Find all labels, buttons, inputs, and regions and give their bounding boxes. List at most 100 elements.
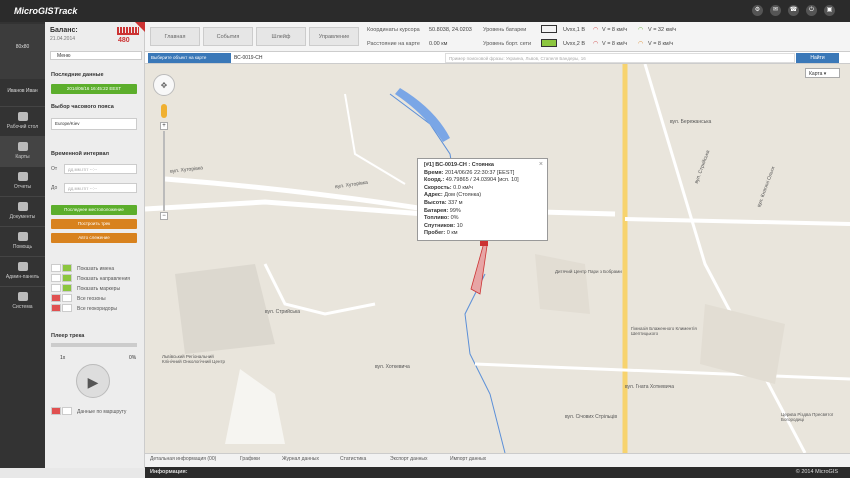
popup-close-icon[interactable]: × xyxy=(539,161,543,169)
street-view-pegman-icon[interactable] xyxy=(161,104,167,118)
zoom-out-button[interactable]: − xyxy=(160,212,168,220)
last-data-button[interactable]: 2014/06/16 16:45:22 EEST xyxy=(51,84,137,94)
tab-trail[interactable]: Шлейф xyxy=(256,27,306,46)
vehicle-info-popup: × [#1] ВС-0019-СН : Стоянка Время: 2014/… xyxy=(417,158,548,241)
zoom-slider[interactable] xyxy=(163,131,165,211)
tab-events[interactable]: События xyxy=(203,27,253,46)
board-label: Уровень борт. сети xyxy=(483,41,532,47)
user-name[interactable]: Иванов Иван xyxy=(0,88,45,94)
to-date-input[interactable]: дд.мм.гггг --:-- xyxy=(64,183,137,193)
tab-details[interactable]: Детальная информация (00) xyxy=(150,456,216,462)
selected-object[interactable]: ВС-0019-СН xyxy=(234,55,262,61)
last-location-button[interactable]: Последнее местоположение xyxy=(51,205,137,215)
mail-icon[interactable]: ✉ xyxy=(770,5,781,16)
nav-help[interactable]: Помощь xyxy=(0,226,45,256)
battery-full-icon xyxy=(541,39,557,47)
uvx2-value: Uvxx,2 B xyxy=(563,41,586,47)
nav-documents[interactable]: Документы xyxy=(0,196,45,226)
last-data-title: Последние данные xyxy=(51,72,104,78)
toggle-names[interactable] xyxy=(62,264,72,272)
toggle-label: Все геокоридоры xyxy=(77,306,117,312)
toggle-geozones-on[interactable] xyxy=(62,294,72,302)
toggle-names-off[interactable] xyxy=(51,264,61,272)
toggle-markers-off[interactable] xyxy=(51,284,61,292)
balance-value: 480 xyxy=(118,37,130,44)
tab-data-log[interactable]: Журнал данных xyxy=(282,456,319,462)
tab-main[interactable]: Главная xyxy=(150,27,200,46)
play-button[interactable]: ▶ xyxy=(76,364,110,398)
nav-desktop[interactable]: Рабочий стол xyxy=(0,106,45,136)
left-navigation: 80x80 Иванов Иван Рабочий стол Карты Отч… xyxy=(0,22,45,468)
speedometer-icon: ◠ xyxy=(593,41,599,47)
nav-reports[interactable]: Отчеты xyxy=(0,166,45,196)
map-label: вул. Січових Стрільців xyxy=(565,414,618,420)
copyright: © 2014 MicroGIS xyxy=(795,469,838,475)
route-data-label: Данные по маршруту xyxy=(77,409,127,415)
find-button[interactable]: Найти xyxy=(796,53,839,63)
map-canvas xyxy=(145,64,850,453)
toggle-directions-off[interactable] xyxy=(51,274,61,282)
avatar: 80x80 xyxy=(0,24,45,79)
signal-icon xyxy=(117,27,139,35)
address-search-input[interactable]: Пример поисковой фразы: Украина, Львов, … xyxy=(445,53,795,63)
phone-icon[interactable]: ☎ xyxy=(788,5,799,16)
timezone-select[interactable]: Europe/Kiev xyxy=(51,118,137,130)
select-object-button[interactable]: Выберите объект на карте xyxy=(148,53,231,63)
popup-title: [#1] ВС-0019-СН : Стоянка xyxy=(424,162,494,168)
popup-row: Пробег: 0 км xyxy=(424,230,458,237)
distance-value: 0.00 км xyxy=(429,41,448,47)
interval-title: Временной интервал xyxy=(51,151,110,157)
tab-statistics[interactable]: Статистика xyxy=(340,456,366,462)
tab-graphs[interactable]: Графики xyxy=(240,456,260,462)
map-label: вул. Бережанська xyxy=(670,119,712,125)
toggle-directions[interactable] xyxy=(62,274,72,282)
zoom-in-button[interactable]: + xyxy=(160,122,168,130)
route-data-toggle-on[interactable] xyxy=(62,407,72,415)
map-label: Дитячий Центр Пари з Бобрами xyxy=(555,269,622,274)
monitor-icon xyxy=(17,112,28,121)
logout-icon[interactable]: ⏻ xyxy=(806,5,817,16)
track-progress[interactable] xyxy=(51,343,137,347)
tab-control[interactable]: Управление xyxy=(309,27,359,46)
map-view[interactable]: вул. Хуторівка вул. Хуторівка вул. Стрий… xyxy=(145,64,850,453)
nav-admin[interactable]: Админ-панель xyxy=(0,256,45,286)
speedometer-icon: ◠ xyxy=(593,27,599,33)
map-label: вул. Хоткевича xyxy=(375,364,410,370)
map-label: Львівський Регіональний Клінічний Онколо… xyxy=(162,354,226,364)
chat-icon xyxy=(17,232,28,241)
map-type-select[interactable]: Карта ▾ xyxy=(805,68,840,78)
build-track-button[interactable]: Построить трек xyxy=(51,219,137,229)
nav-maps[interactable]: Карты xyxy=(0,136,45,166)
top-bar: MicroGISTrack ⚙ ✉ ☎ ⏻ ▣ xyxy=(0,0,850,22)
header-bar: Главная События Шлейф Управление Координ… xyxy=(145,22,850,52)
battery-label: Уровень батареи xyxy=(483,27,527,33)
popup-row: Коорд.: 49.79865 / 24.03904 [исп. 10] xyxy=(424,177,519,184)
toggle-geocorridors-on[interactable] xyxy=(62,304,72,312)
balance-date: 21.04.2014 xyxy=(50,36,76,42)
battery-icon xyxy=(541,25,557,33)
speed-value-4: V = 8 км/ч xyxy=(648,41,674,47)
pan-control[interactable]: ✥ xyxy=(153,74,175,96)
player-speed[interactable]: 1x xyxy=(60,355,65,361)
speedometer-icon: ◠ xyxy=(638,41,644,47)
tab-import[interactable]: Импорт данных xyxy=(450,456,486,462)
toggle-markers[interactable] xyxy=(62,284,72,292)
map-label: вул. Стрийська xyxy=(265,309,301,315)
toggle-geozones[interactable] xyxy=(51,294,61,302)
map-label: вул. Гната Хоткевича xyxy=(625,384,674,390)
info-label: Информация: xyxy=(150,469,188,475)
route-data-toggle[interactable] xyxy=(51,407,61,415)
settings-icon[interactable]: ⚙ xyxy=(752,5,763,16)
toggle-geocorridors[interactable] xyxy=(51,304,61,312)
bottom-tabs: Детальная информация (00) Графики Журнал… xyxy=(145,453,850,467)
speed-value-3: V = 8 км/ч xyxy=(602,41,628,47)
popup-row: Высота: 337 м xyxy=(424,199,463,206)
popup-row: Адрес: Дом (Стоянка) xyxy=(424,192,482,199)
tab-export[interactable]: Экспорт данных xyxy=(390,456,428,462)
auto-follow-button[interactable]: Авто слежение xyxy=(51,233,137,243)
menu-select[interactable]: Меню xyxy=(50,51,142,60)
toggle-label: Показать маркеры xyxy=(77,286,121,292)
from-date-input[interactable]: дд.мм.гггг --:-- xyxy=(64,164,137,174)
lock-icon[interactable]: ▣ xyxy=(824,5,835,16)
nav-system[interactable]: Система xyxy=(0,286,45,316)
